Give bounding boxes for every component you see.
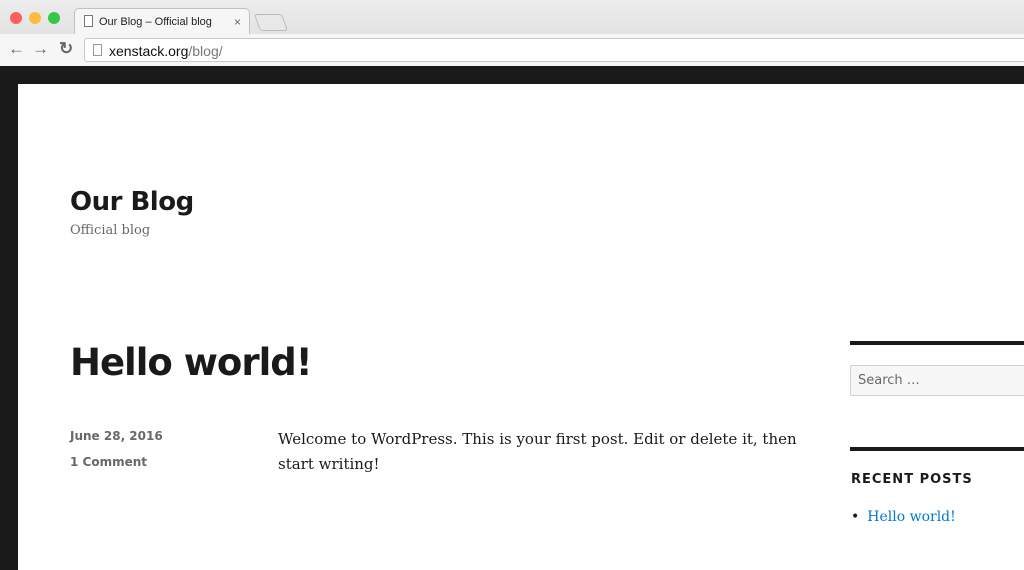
bullet-icon: • [851, 509, 860, 525]
post-content: Welcome to WordPress. This is your first… [278, 430, 797, 473]
url-path: /blog/ [188, 43, 223, 59]
maximize-window-button[interactable] [48, 12, 60, 24]
site-tagline: Official blog [70, 223, 151, 238]
widget-divider [850, 447, 1024, 451]
minimize-window-button[interactable] [29, 12, 41, 24]
browser-tab[interactable]: Our Blog – Official blog × [74, 8, 250, 34]
widget-divider [850, 341, 1024, 345]
new-tab-button[interactable] [253, 14, 289, 31]
address-bar[interactable]: xenstack.org/blog/ [84, 38, 1024, 62]
page-icon [84, 15, 93, 27]
recent-post-link[interactable]: Hello world! [867, 509, 956, 525]
post-date[interactable]: June 28, 2016 [70, 429, 163, 443]
reload-icon[interactable]: ↻ [59, 39, 73, 59]
page-content: Our Blog Official blog Hello world! June… [18, 84, 1024, 570]
site-title[interactable]: Our Blog [70, 187, 194, 217]
post-title[interactable]: Hello world! [70, 341, 313, 384]
tab-title: Our Blog – Official blog [99, 16, 212, 28]
back-arrow-icon[interactable]: ← [8, 39, 25, 59]
close-window-button[interactable] [10, 12, 22, 24]
url-host: xenstack.org [109, 43, 189, 59]
forward-arrow-icon[interactable]: → [32, 39, 49, 59]
close-tab-icon[interactable]: × [234, 15, 241, 29]
search-input[interactable]: Search … [850, 365, 1024, 396]
recent-post-item: • Hello world! [851, 509, 956, 525]
page-icon [93, 44, 102, 56]
comments-link[interactable]: 1 Comment [70, 455, 147, 469]
toolbar: ← → ↻ xenstack.org/blog/ [0, 34, 1024, 66]
recent-posts-title: RECENT POSTS [851, 472, 973, 487]
browser-chrome: Our Blog – Official blog × ← → ↻ xenstac… [0, 0, 1024, 66]
